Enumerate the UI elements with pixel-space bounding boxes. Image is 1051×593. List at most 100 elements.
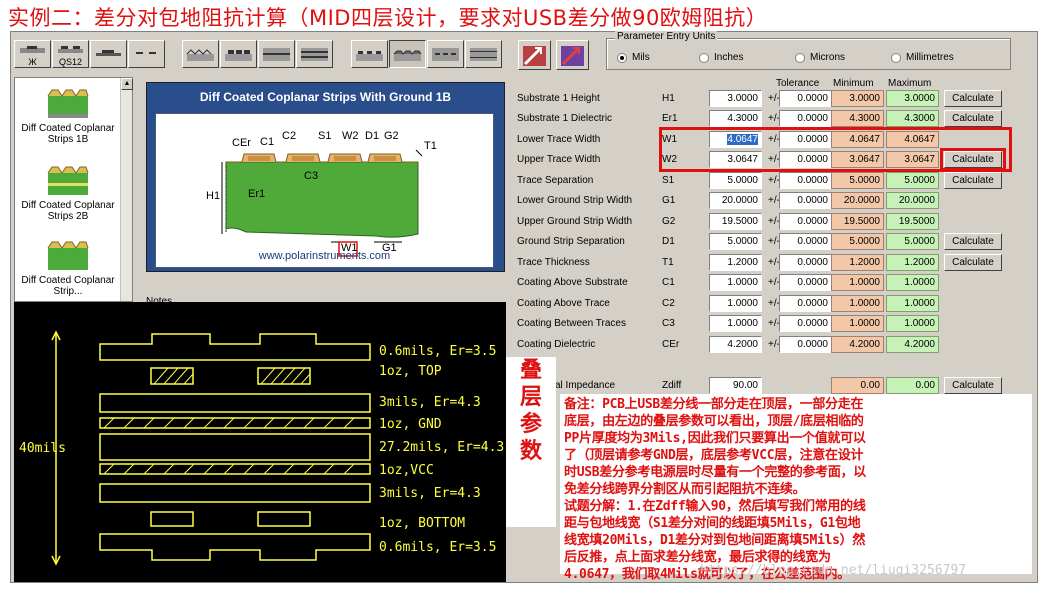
param-value-input[interactable]: 1.0000 (709, 274, 762, 291)
param-value-input[interactable]: 1.0000 (709, 315, 762, 332)
param-value-input[interactable]: 3.0000 (709, 90, 762, 107)
radio-inches[interactable]: Inches (699, 52, 743, 63)
toolbar-model-button-10[interactable] (389, 40, 426, 68)
tolerance-input[interactable]: 0.0000 (779, 192, 832, 209)
toolbar-model-button-8[interactable] (296, 40, 333, 68)
toolbar-model-button-5[interactable] (182, 40, 219, 68)
param-value-input[interactable]: 1.2000 (709, 254, 762, 271)
tolerance-input[interactable]: 0.0000 (779, 110, 832, 127)
minimum-value: 1.0000 (831, 295, 884, 312)
table-row: Lower Ground Strip Width G1 20.0000 +/- … (517, 192, 1027, 210)
radio-microns[interactable]: Microns (795, 52, 845, 63)
embedded-diff-icon (301, 48, 328, 61)
parameter-units-group: Parameter Entry Units Mils Inches Micron… (606, 31, 1011, 70)
impedance-symbol: Zdiff (662, 380, 682, 391)
impedance-row: al Impedance Zdiff 90.00 0.00 0.00 Calcu… (517, 377, 1027, 395)
diff-coplanar-ground-icon (393, 50, 422, 61)
calculate-button[interactable]: Calculate (944, 110, 1002, 127)
header-tolerance: Tolerance (776, 78, 820, 89)
header-minimum: Minimum (833, 78, 874, 89)
radio-microns-dot[interactable] (795, 52, 805, 63)
tolerance-input[interactable]: 0.0000 (779, 254, 832, 271)
param-name: Trace Thickness (517, 257, 590, 268)
calculate-impedance-button[interactable]: Calculate (944, 377, 1002, 394)
toolbar-graph-button[interactable] (556, 40, 589, 70)
scroll-up-arrow-icon[interactable]: ▲ (121, 78, 133, 90)
toolbar-model-button-11[interactable] (427, 40, 464, 68)
param-symbol: G2 (662, 216, 676, 227)
tolerance-input[interactable]: 0.0000 (779, 213, 832, 230)
tolerance-input[interactable]: 0.0000 (779, 295, 832, 312)
tolerance-input[interactable]: 0.0000 (779, 90, 832, 107)
param-value-input[interactable]: 4.2000 (709, 336, 762, 353)
watermark: https://blog.csdn.net/liuqi3256797 (700, 563, 967, 578)
radio-millimetres[interactable]: Millimetres (891, 52, 954, 63)
model-thumbnail-icon (47, 241, 89, 270)
param-value-input[interactable]: 19.5000 (709, 213, 762, 230)
calculate-button[interactable]: Calculate (944, 90, 1002, 107)
stripline-ground-icon (432, 48, 459, 61)
param-value-input[interactable]: 5.0000 (709, 172, 762, 189)
param-value-input[interactable]: 4.3000 (709, 110, 762, 127)
maximum-value: 4.2000 (886, 336, 939, 353)
param-value-input[interactable]: 5.0000 (709, 233, 762, 250)
tolerance-input[interactable]: 0.0000 (779, 315, 832, 332)
tolerance-input[interactable]: 0.0000 (779, 233, 832, 250)
table-row: Coating Dielectric CEr 4.2000 +/- 0.0000… (517, 336, 1027, 354)
stackup-caption-char: 层 (519, 385, 542, 410)
radio-millimetres-label: Millimetres (906, 52, 954, 63)
table-row: Trace Thickness T1 1.2000 +/- 0.0000 1.2… (517, 254, 1027, 272)
toolbar-goal-seek-button[interactable] (518, 40, 551, 70)
model-label: Diff Coated Coplanar Strips 1B (21, 123, 115, 145)
toolbar-model-button-4[interactable] (128, 40, 165, 68)
diagram-canvas: CEr C1 C2 S1 W2 D1 G2 T1 H1 Er1 C3 W1 G1… (155, 113, 494, 268)
param-name: Coating Above Trace (517, 298, 610, 309)
calculate-button[interactable]: Calculate (944, 254, 1002, 271)
param-name: Substrate 1 Height (517, 93, 600, 104)
maximum-value: 3.0000 (886, 90, 939, 107)
list-item[interactable]: Diff Coated Coplanar Strips 2B (15, 161, 121, 222)
impedance-target-input[interactable]: 90.00 (709, 377, 762, 394)
list-item[interactable]: Diff Coated Coplanar Strips 1B (15, 84, 121, 145)
radio-mils[interactable]: Mils (617, 52, 650, 63)
stackup-caption-char: 叠 (519, 358, 542, 383)
toolbar-model-button-1[interactable]: Ж (14, 40, 51, 68)
minimum-value: 20.0000 (831, 192, 884, 209)
stackup-thickness: 40mils (19, 441, 66, 456)
tolerance-input[interactable]: 0.0000 (779, 274, 832, 291)
toolbar-model-button-9[interactable] (351, 40, 388, 68)
maximum-value: 5.0000 (886, 233, 939, 250)
diagram-label-c2: C2 (282, 130, 297, 142)
tolerance-input[interactable]: 0.0000 (779, 336, 832, 353)
impedance-name: al Impedance (555, 380, 616, 391)
note-line: 试题分解：1.在Zdff输入90，然后填写我们常用的线 (564, 499, 866, 514)
toolbar-model-button-12[interactable] (465, 40, 502, 68)
stackup-layer-4: 1oz, GND (379, 417, 442, 432)
list-scrollbar[interactable]: ▲ (120, 78, 133, 301)
radio-mils-dot[interactable] (617, 52, 627, 63)
param-name: Coating Dielectric (517, 339, 596, 350)
stripline-diff-ground-icon (470, 48, 497, 61)
param-value-input[interactable]: 20.0000 (709, 192, 762, 209)
calculate-button[interactable]: Calculate (944, 172, 1002, 189)
radio-inches-dot[interactable] (699, 52, 709, 63)
param-symbol: T1 (662, 257, 674, 268)
param-symbol: G1 (662, 195, 676, 206)
note-line: 了（顶层请参考GND层，底层参考VCC层，注意在设计 (564, 448, 864, 463)
toolbar-model-button-6[interactable] (220, 40, 257, 68)
param-symbol: H1 (662, 93, 675, 104)
stackup-layer-7: 3mils, Er=4.3 (379, 486, 481, 501)
minimum-value: 4.3000 (831, 110, 884, 127)
stackup-layer-5: 27.2mils, Er=4.3 (379, 440, 505, 455)
list-item[interactable]: Diff Coated Coplanar Strip... (15, 236, 121, 297)
toolbar-model-button-2[interactable]: QS12 (52, 40, 89, 68)
model-list[interactable]: Diff Coated Coplanar Strips 1B Diff Coat… (14, 77, 133, 302)
headline: 实例二：差分对包地阻抗计算（MID四层设计，要求对USB差分做90欧姆阻抗） (8, 6, 768, 30)
coplanar-ground-icon (356, 51, 383, 61)
toolbar-model-button-7[interactable] (258, 40, 295, 68)
tolerance-input[interactable]: 0.0000 (779, 172, 832, 189)
calculate-button[interactable]: Calculate (944, 233, 1002, 250)
radio-millimetres-dot[interactable] (891, 52, 901, 63)
toolbar-model-button-3[interactable] (90, 40, 127, 68)
param-value-input[interactable]: 1.0000 (709, 295, 762, 312)
